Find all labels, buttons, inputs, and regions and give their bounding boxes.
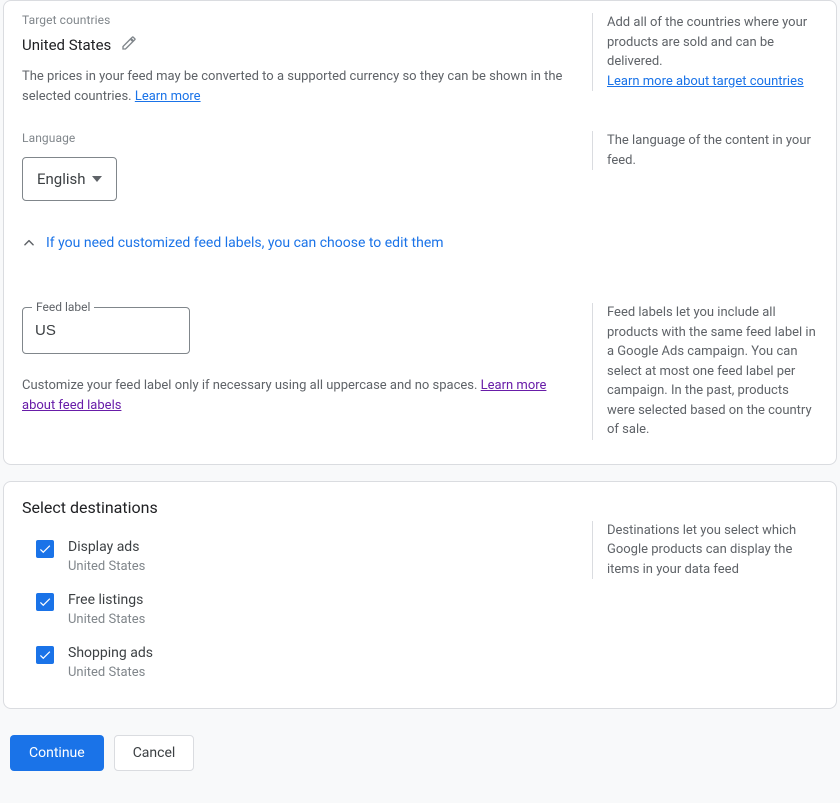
feed-label-input[interactable] [22, 307, 190, 354]
destinations-card: Select destinations Display ads United S… [3, 481, 837, 709]
feed-label-field-label: Feed label [32, 300, 94, 314]
destinations-list: Display ads United States Free listings … [22, 539, 564, 684]
feed-label-aside: Feed labels let you include all products… [592, 303, 818, 440]
destinations-aside: Destinations let you select which Google… [592, 521, 818, 580]
target-countries-aside-link[interactable]: Learn more about target countries [607, 74, 804, 89]
destinations-title: Select destinations [4, 482, 836, 517]
target-countries-aside: Add all of the countries where your prod… [592, 13, 818, 91]
target-country-value: United States [22, 36, 111, 54]
destination-title: Shopping ads [68, 645, 153, 661]
language-select-value: English [37, 170, 86, 188]
destination-sub: United States [68, 559, 145, 574]
destination-item: Shopping ads United States [36, 645, 564, 680]
feed-label-helper: Customize your feed label only if necess… [22, 376, 564, 416]
destination-checkbox[interactable] [36, 540, 54, 558]
feed-label-section: Feed label Customize your feed label onl… [4, 303, 836, 464]
language-label: Language [22, 131, 564, 145]
caret-down-icon [92, 176, 102, 182]
destination-checkbox[interactable] [36, 593, 54, 611]
language-section: Language English If you need customized … [4, 131, 836, 275]
target-countries-learn-more-link[interactable]: Learn more [135, 89, 201, 104]
destination-sub: United States [68, 665, 153, 680]
destination-checkbox[interactable] [36, 646, 54, 664]
target-countries-label: Target countries [22, 13, 564, 27]
destination-title: Display ads [68, 539, 145, 555]
cancel-button[interactable]: Cancel [114, 735, 195, 771]
feed-label-toggle-text: If you need customized feed labels, you … [46, 235, 444, 251]
action-row: Continue Cancel [0, 725, 840, 785]
destination-item: Free listings United States [36, 592, 564, 627]
target-countries-section: Target countries United States The price… [4, 1, 836, 131]
destination-sub: United States [68, 612, 145, 627]
chevron-up-icon [22, 236, 36, 250]
language-aside: The language of the content in your feed… [592, 131, 818, 170]
destination-item: Display ads United States [36, 539, 564, 574]
edit-country-button[interactable] [119, 33, 139, 57]
continue-button[interactable]: Continue [10, 735, 104, 771]
settings-card: Target countries United States The price… [3, 0, 837, 465]
feed-label-toggle[interactable]: If you need customized feed labels, you … [22, 235, 564, 251]
pencil-icon [121, 35, 137, 55]
destination-title: Free listings [68, 592, 145, 608]
language-select[interactable]: English [22, 157, 117, 201]
target-countries-helper: The prices in your feed may be converted… [22, 67, 564, 107]
